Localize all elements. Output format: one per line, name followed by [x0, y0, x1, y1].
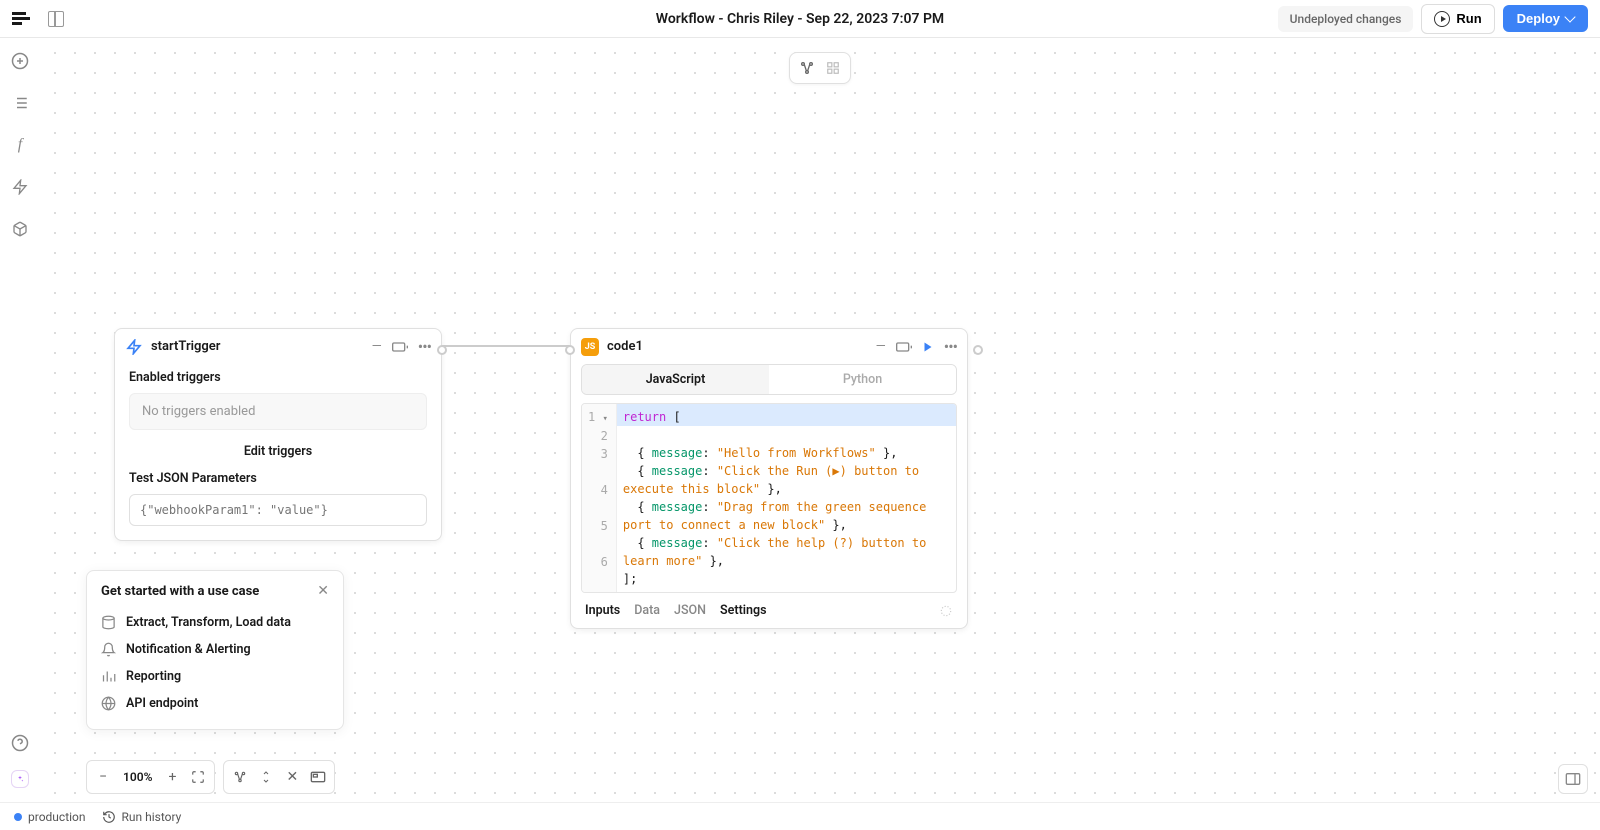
- footer-settings[interactable]: Settings: [720, 603, 767, 618]
- node-start-trigger[interactable]: startTrigger — ••• Enabled triggers No t…: [114, 328, 442, 541]
- js-icon: JS: [581, 338, 599, 356]
- line-gutter: 1 ▾23 4 5 6: [582, 404, 617, 592]
- usecase-item-label: Extract, Transform, Load data: [126, 615, 291, 630]
- language-tabs: JavaScript Python: [581, 364, 957, 395]
- chevron-down-icon: [1564, 11, 1575, 22]
- deploy-label: Deploy: [1517, 11, 1560, 26]
- code-editor[interactable]: 1 ▾23 4 5 6 return [ { message: "Hello f…: [581, 403, 957, 593]
- usecase-item-label: API endpoint: [126, 696, 198, 711]
- close-button[interactable]: ✕: [280, 765, 304, 789]
- battery-icon[interactable]: [896, 342, 912, 352]
- workflow-canvas[interactable]: startTrigger — ••• Enabled triggers No t…: [40, 38, 1600, 802]
- minimize-icon[interactable]: —: [876, 339, 886, 354]
- env-indicator[interactable]: production: [14, 810, 86, 824]
- edit-triggers-button[interactable]: Edit triggers: [129, 440, 427, 471]
- zoom-out-button[interactable]: −: [91, 765, 115, 789]
- port-in[interactable]: [565, 345, 575, 355]
- graph-view-button[interactable]: [794, 57, 820, 79]
- run-button[interactable]: Run: [1421, 4, 1494, 34]
- tab-javascript[interactable]: JavaScript: [582, 365, 769, 394]
- zoom-level: 100%: [117, 770, 158, 784]
- app-logo[interactable]: [12, 12, 30, 26]
- play-icon[interactable]: [922, 341, 934, 353]
- right-panel-button[interactable]: [1558, 764, 1588, 794]
- panel-toggle-icon[interactable]: [48, 11, 64, 27]
- fit-view-button[interactable]: [186, 765, 210, 789]
- port-out[interactable]: [437, 345, 447, 355]
- bolt-icon: [125, 338, 143, 356]
- usecase-item-label: Notification & Alerting: [126, 642, 251, 657]
- edge-trigger-to-code[interactable]: [442, 345, 570, 347]
- ai-sparkle-icon[interactable]: [11, 770, 29, 788]
- run-label: Run: [1456, 11, 1481, 26]
- tab-python[interactable]: Python: [769, 365, 956, 394]
- footer-inputs[interactable]: Inputs: [585, 603, 620, 618]
- usecase-title: Get started with a use case: [101, 584, 259, 599]
- json-params-input[interactable]: [129, 494, 427, 526]
- bottom-toolbar: − 100% + ✕: [86, 760, 335, 794]
- enabled-triggers-label: Enabled triggers: [129, 370, 427, 385]
- run-history-label: Run history: [122, 810, 182, 824]
- run-history-button[interactable]: Run history: [102, 810, 182, 824]
- json-params-label: Test JSON Parameters: [129, 471, 427, 486]
- footer-json[interactable]: JSON: [674, 603, 706, 618]
- page-title: Workflow - Chris Riley - Sep 22, 2023 7:…: [656, 11, 944, 27]
- code-body[interactable]: return [ { message: "Hello from Workflow…: [617, 404, 956, 592]
- bell-icon: [101, 642, 116, 657]
- deploy-button[interactable]: Deploy: [1503, 5, 1588, 32]
- usecase-item-label: Reporting: [126, 669, 181, 684]
- no-triggers-message: No triggers enabled: [129, 393, 427, 430]
- minimize-icon[interactable]: —: [372, 339, 382, 354]
- usecase-item-notification[interactable]: Notification & Alerting: [101, 636, 329, 663]
- grid-view-button[interactable]: [820, 57, 846, 79]
- history-icon: [102, 810, 116, 824]
- more-icon[interactable]: •••: [418, 337, 431, 356]
- minimap-button[interactable]: [306, 765, 330, 789]
- footer-data[interactable]: Data: [634, 603, 660, 618]
- resize-handle-icon[interactable]: [939, 604, 953, 618]
- undeployed-badge[interactable]: Undeployed changes: [1278, 6, 1414, 32]
- play-circle-icon: [1434, 11, 1450, 27]
- node-code1[interactable]: JS code1 — ••• JavaScript Python: [570, 328, 968, 629]
- usecase-item-api[interactable]: API endpoint: [101, 690, 329, 717]
- more-icon[interactable]: •••: [944, 337, 957, 356]
- node-title: startTrigger: [151, 339, 364, 354]
- battery-icon[interactable]: [392, 342, 408, 352]
- usecase-item-etl[interactable]: Extract, Transform, Load data: [101, 609, 329, 636]
- code-footer: Inputs Data JSON Settings: [571, 593, 967, 628]
- globe-icon: [101, 696, 116, 711]
- env-label: production: [28, 810, 86, 824]
- port-out[interactable]: [973, 345, 983, 355]
- status-dot-icon: [14, 813, 22, 821]
- list-icon[interactable]: [11, 94, 29, 112]
- status-bar: production Run history: [0, 802, 1600, 830]
- add-icon[interactable]: [11, 52, 29, 70]
- node-title: code1: [607, 339, 868, 354]
- app-header: Workflow - Chris Riley - Sep 22, 2023 7:…: [0, 0, 1600, 38]
- database-icon: [101, 615, 116, 630]
- layout-button[interactable]: [228, 765, 252, 789]
- function-icon[interactable]: f: [11, 136, 29, 154]
- usecase-item-reporting[interactable]: Reporting: [101, 663, 329, 690]
- chart-icon: [101, 669, 116, 684]
- left-sidebar: f: [0, 38, 40, 802]
- zoom-in-button[interactable]: +: [160, 765, 184, 789]
- bolt-icon[interactable]: [11, 178, 29, 196]
- help-icon[interactable]: [11, 734, 29, 752]
- usecase-panel: Get started with a use case ✕ Extract, T…: [86, 570, 344, 730]
- sort-button[interactable]: [254, 765, 278, 789]
- close-icon[interactable]: ✕: [317, 583, 329, 599]
- view-toggle: [789, 52, 851, 84]
- package-icon[interactable]: [11, 220, 29, 238]
